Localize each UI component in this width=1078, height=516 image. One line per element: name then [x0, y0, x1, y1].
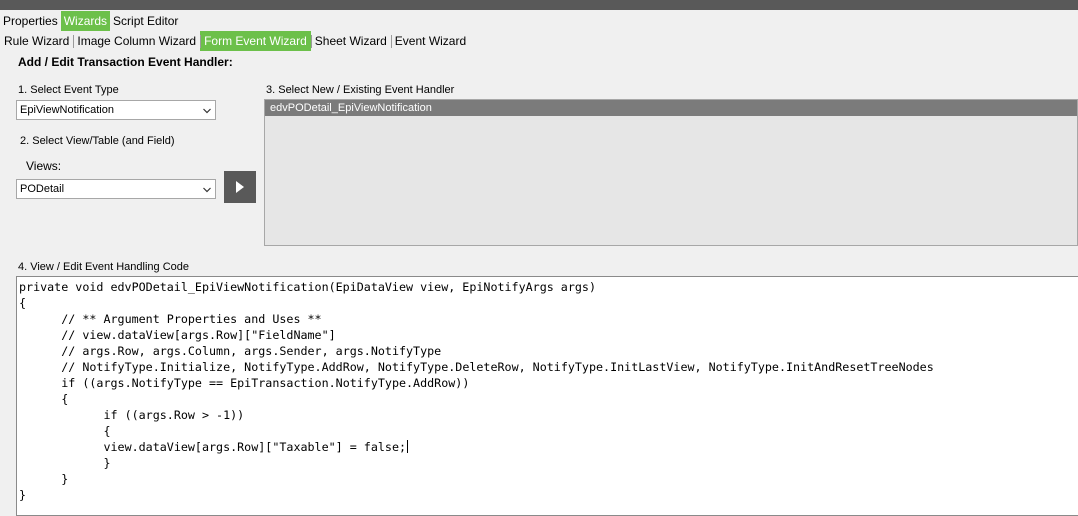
code-line: // NotifyType.Initialize, NotifyType.Add… [19, 360, 934, 374]
code-line: } [19, 456, 111, 470]
event-type-select[interactable]: EpiViewNotification [16, 100, 216, 120]
code-line: { [19, 424, 111, 438]
code-editor[interactable]: private void edvPODetail_EpiViewNotifica… [16, 276, 1078, 516]
list-item[interactable]: edvPODetail_EpiViewNotification [265, 100, 1077, 116]
code-line: } [19, 472, 69, 486]
chevron-down-icon [203, 108, 211, 114]
code-line: // ** Argument Properties and Uses ** [19, 312, 322, 326]
window-title-bar [0, 0, 1078, 10]
code-line: private void edvPODetail_EpiViewNotifica… [19, 280, 596, 294]
code-line: { [19, 296, 27, 310]
chevron-down-icon [203, 187, 211, 193]
add-event-handler-button[interactable] [224, 171, 256, 203]
tab-rule-wizard[interactable]: Rule Wizard [0, 31, 73, 51]
code-line: // args.Row, args.Column, args.Sender, a… [19, 344, 442, 358]
views-select[interactable]: PODetail [16, 179, 216, 199]
code-editor-label: 4. View / Edit Event Handling Code [18, 261, 190, 273]
code-line: // view.dataView[args.Row]["FieldName"] [19, 328, 336, 342]
tab-image-column-wizard[interactable]: Image Column Wizard [73, 31, 200, 51]
code-line: if ((args.NotifyType == EpiTransaction.N… [19, 376, 470, 390]
code-line: view.dataView[args.Row]["Taxable"] = fal… [19, 440, 407, 454]
event-type-value: EpiViewNotification [20, 104, 114, 116]
tab-properties[interactable]: Properties [0, 11, 61, 31]
play-arrow-icon [236, 181, 244, 193]
tab-script-editor[interactable]: Script Editor [110, 11, 181, 31]
page-title: Add / Edit Transaction Event Handler: [18, 55, 233, 69]
tab-form-event-wizard[interactable]: Form Event Wizard [200, 31, 311, 51]
event-handler-list[interactable]: edvPODetail_EpiViewNotification [264, 99, 1078, 246]
form-event-wizard-panel: Add / Edit Transaction Event Handler: 1.… [10, 51, 1078, 516]
tab-sheet-wizard[interactable]: Sheet Wizard [310, 31, 391, 51]
code-line: } [19, 488, 27, 502]
code-line: if ((args.Row > -1)) [19, 408, 245, 422]
text-caret [407, 440, 409, 453]
wizard-tab-strip: Rule Wizard Image Column Wizard Form Eve… [0, 31, 470, 51]
views-label: Views: [26, 159, 62, 173]
event-handler-label: 3. Select New / Existing Event Handler [266, 84, 455, 96]
tab-event-wizard[interactable]: Event Wizard [390, 31, 470, 51]
view-table-label: 2. Select View/Table (and Field) [20, 135, 175, 147]
code-text[interactable]: private void edvPODetail_EpiViewNotifica… [17, 277, 1078, 503]
tab-wizards[interactable]: Wizards [60, 11, 111, 31]
code-line: { [19, 392, 69, 406]
event-type-label: 1. Select Event Type [18, 84, 119, 96]
main-tab-strip: Properties Wizards Script Editor [0, 11, 181, 31]
views-value: PODetail [20, 183, 65, 195]
